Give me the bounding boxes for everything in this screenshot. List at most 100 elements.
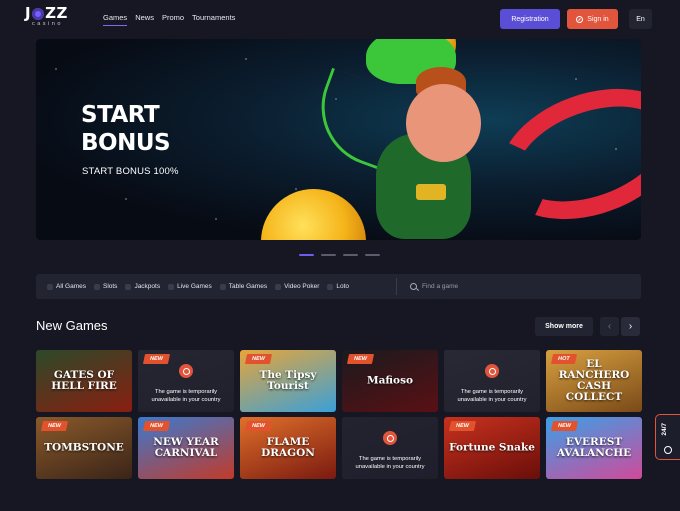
new-badge: NEW [142, 421, 170, 431]
banner-title: START BONUS [81, 102, 171, 156]
game-title: TOMBSTONE [44, 441, 124, 454]
search-icon [410, 283, 417, 290]
new-badge: NEW [448, 421, 476, 431]
carousel-dots [299, 254, 380, 256]
category-icon [327, 283, 334, 290]
main-nav: Games News Promo Tournaments [103, 13, 235, 26]
signin-icon [576, 15, 584, 23]
category-table-games[interactable]: Table Games [219, 283, 268, 290]
game-filter-bar: All Games Slots Jackpots Live Games Table Ga… [36, 274, 641, 299]
prev-arrow-button[interactable]: ‹ [600, 317, 619, 336]
game-title: Fortune Snake [449, 441, 535, 454]
game-title: EL RANCHERO CASH COLLECT [558, 358, 630, 403]
game-tile[interactable]: NEW YEAR CARNIVAL NEW [138, 417, 234, 479]
game-tile[interactable]: Mafioso NEW [342, 350, 438, 412]
game-tile[interactable]: The game is temporarily unavailable in y… [138, 350, 234, 412]
signin-label: Sign in [587, 15, 609, 23]
game-tile[interactable]: The game is temporarily unavailable in y… [342, 417, 438, 479]
leprechaun-head-image [406, 84, 481, 162]
game-title: EVEREST AVALANCHE [556, 436, 632, 459]
category-label: Loto [336, 283, 350, 290]
category-loto[interactable]: Loto [327, 283, 349, 290]
unavailable-overlay: The game is temporarily unavailable in y… [444, 350, 540, 412]
category-all-games[interactable]: All Games [47, 283, 86, 290]
search-box [410, 274, 602, 299]
game-title: The Tipsy Tourist [259, 369, 317, 392]
section-title: New Games [36, 318, 108, 333]
nav-games[interactable]: Games [103, 13, 128, 26]
next-arrow-button[interactable]: › [621, 317, 640, 336]
category-jackpots[interactable]: Jackpots [125, 283, 160, 290]
category-label: Table Games [228, 283, 268, 290]
game-tile[interactable]: EVEREST AVALANCHE NEW [546, 417, 642, 479]
chat-bubble-icon [664, 446, 672, 454]
category-icon [219, 283, 226, 290]
game-tile[interactable]: TOMBSTONE NEW [36, 417, 132, 479]
game-title: GATES OF HELL FIRE [51, 369, 117, 392]
carousel-dot[interactable] [343, 254, 358, 256]
category-label: All Games [56, 283, 86, 290]
registration-button[interactable]: Registration [500, 9, 560, 29]
category-icon [125, 283, 132, 290]
show-more-button[interactable]: Show more [535, 317, 593, 336]
support-chat-button[interactable]: 24/7 [655, 414, 680, 460]
chevron-right-icon: › [628, 321, 633, 332]
game-tile[interactable]: Fortune Snake NEW [444, 417, 540, 479]
new-badge: NEW [244, 354, 272, 364]
search-input[interactable] [422, 283, 602, 290]
chevron-left-icon: ‹ [607, 321, 612, 332]
logo-coin-icon [32, 7, 45, 20]
category-slots[interactable]: Slots [93, 283, 118, 290]
category-video-poker[interactable]: Video Poker [275, 283, 319, 290]
category-label: Live Games [177, 283, 212, 290]
category-icon [47, 283, 53, 290]
category-label: Video Poker [284, 283, 320, 290]
logo-subtitle: casino [32, 21, 63, 27]
new-badge: NEW [346, 354, 374, 364]
game-tile[interactable]: The Tipsy Tourist NEW [240, 350, 336, 412]
category-icon [93, 283, 100, 290]
unavailable-text: The game is temporarily unavailable in y… [457, 389, 527, 403]
carousel-dot[interactable] [299, 254, 314, 256]
blocked-icon [383, 431, 397, 445]
game-tile[interactable]: GATES OF HELL FIRE [36, 350, 132, 412]
games-grid: GATES OF HELL FIRE The game is temporaril… [36, 350, 642, 479]
signin-button[interactable]: Sign in [567, 9, 618, 29]
category-list: All Games Slots Jackpots Live Games Table Ga… [47, 274, 349, 299]
unavailable-text: The game is temporarily unavailable in y… [151, 389, 221, 403]
logo-text-j: J [25, 4, 32, 22]
category-label: Jackpots [134, 283, 161, 290]
new-badge: NEW [142, 354, 170, 364]
header: J ZZ casino Games News Promo Tournaments … [0, 0, 680, 38]
nav-news[interactable]: News [135, 13, 154, 26]
game-title: Mafioso [367, 374, 413, 387]
blocked-icon [179, 364, 193, 378]
category-icon [168, 283, 175, 290]
nav-promo[interactable]: Promo [162, 13, 184, 26]
game-tile[interactable]: The game is temporarily unavailable in y… [444, 350, 540, 412]
nav-tournaments[interactable]: Tournaments [192, 13, 235, 26]
unavailable-text: The game is temporarily unavailable in y… [355, 456, 425, 470]
chat-label: 24/7 [661, 423, 668, 436]
new-badge: NEW [40, 421, 68, 431]
category-label: Slots [102, 283, 118, 290]
new-badge: NEW [550, 421, 578, 431]
game-tile[interactable]: FLAME DRAGON NEW [240, 417, 336, 479]
carousel-dot[interactable] [321, 254, 336, 256]
carousel-dot[interactable] [365, 254, 380, 256]
language-selector[interactable]: En [629, 9, 652, 29]
category-icon [275, 283, 282, 290]
logo-text-zz: ZZ [45, 4, 68, 22]
banner-subtitle: START BONUS 100% [82, 166, 179, 177]
logo[interactable]: J ZZ casino [25, 6, 71, 30]
unavailable-overlay: The game is temporarily unavailable in y… [342, 417, 438, 479]
game-tile[interactable]: EL RANCHERO CASH COLLECT HOT [546, 350, 642, 412]
new-badge: NEW [244, 421, 272, 431]
blocked-icon [485, 364, 499, 378]
filter-divider [396, 278, 397, 295]
game-title: NEW YEAR CARNIVAL [153, 436, 219, 459]
leprechaun-bow-image [416, 184, 446, 200]
hot-badge: HOT [550, 354, 577, 364]
promo-banner[interactable]: START BONUS START BONUS 100% [36, 39, 641, 240]
category-live-games[interactable]: Live Games [168, 283, 212, 290]
